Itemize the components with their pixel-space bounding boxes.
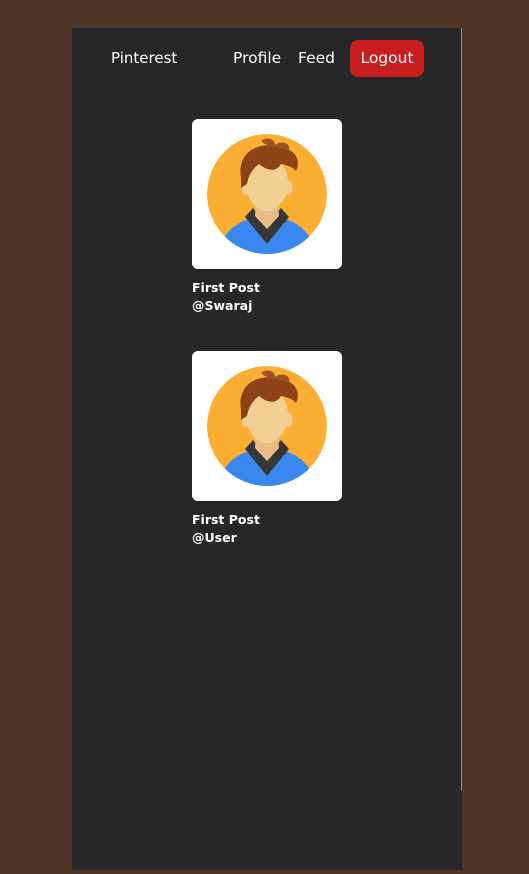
post-card[interactable]: First Post @User [192,351,342,547]
post-username[interactable]: @User [192,529,342,547]
post-image[interactable] [192,119,342,269]
post-title: First Post [192,512,260,527]
avatar-icon [207,134,327,254]
nav-feed-link[interactable]: Feed [298,49,335,67]
post-image[interactable] [192,351,342,501]
brand-link[interactable]: Pinterest [111,49,177,67]
post-card[interactable]: First Post @Swaraj [192,119,342,315]
avatar-icon [207,366,327,486]
post-username[interactable]: @Swaraj [192,297,342,315]
navbar: Pinterest Profile Feed Logout [72,28,462,88]
scrollbar-edge [461,28,462,791]
app-container: Pinterest Profile Feed Logout First Post… [72,28,462,870]
post-title: First Post [192,280,260,295]
nav-profile-link[interactable]: Profile [233,49,281,67]
logout-button[interactable]: Logout [350,40,424,77]
